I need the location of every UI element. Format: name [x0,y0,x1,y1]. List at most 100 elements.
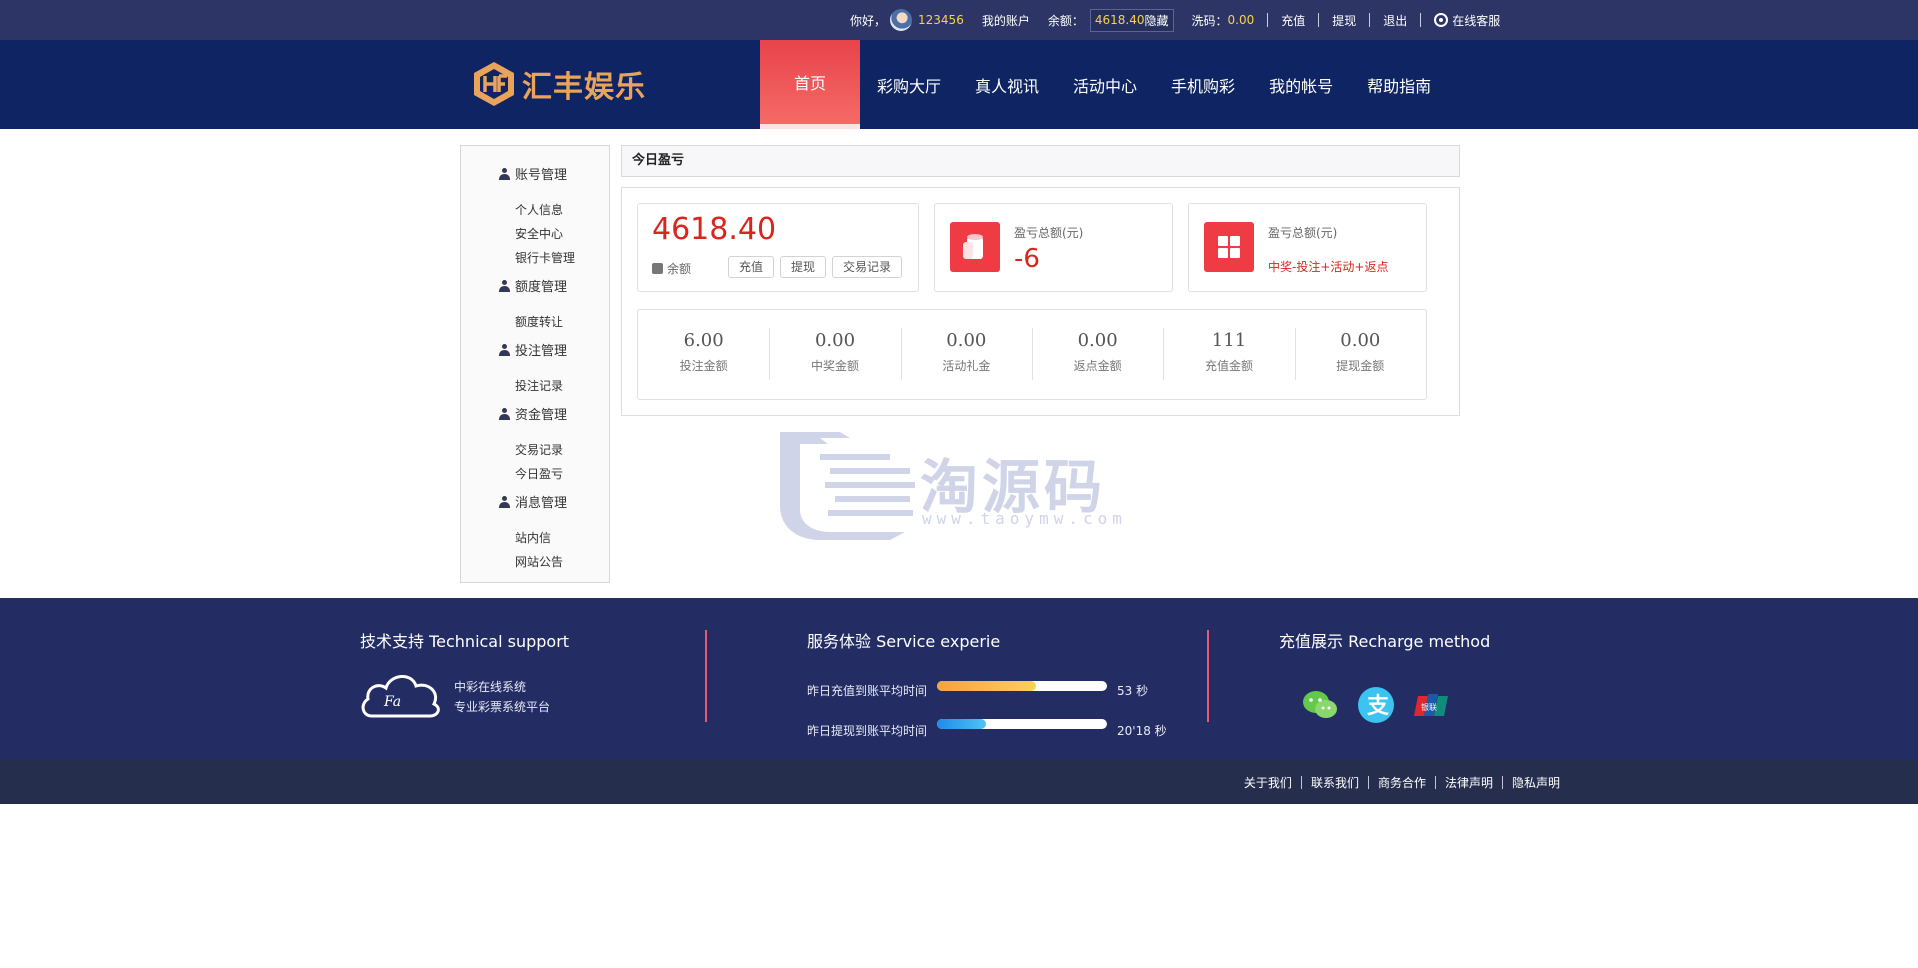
stats-row: 6.00 投注金额 0.00 中奖金额 0.00 活动礼金 0.00 返点金额 111 充… [637,309,1427,400]
wallet-icon [652,263,663,274]
link-legal[interactable]: 法律声明 [1445,774,1493,791]
sidebar-item-personal-info[interactable]: 个人信息 [515,201,563,218]
link-about-us[interactable]: 关于我们 [1244,774,1292,791]
sidebar-group-title: 账号管理 [515,168,568,183]
sidebar-group-funds[interactable]: 资金管理 [499,404,567,423]
profit-total-value: -6 [1014,244,1040,274]
user-icon [499,495,510,508]
profit-formula-value: 中奖-投注+活动+返点 [1268,260,1389,274]
logo-hexagon-icon [474,62,514,106]
stat-value: 0.00 [946,330,987,351]
sidebar-item-quota-transfer[interactable]: 额度转让 [515,313,563,330]
stat-activity-bonus: 0.00 活动礼金 [900,310,1032,399]
divider [1300,775,1302,789]
footer: 技术支持 Technical support Fa 中彩在线系统 专业彩票系统平… [0,598,1918,760]
my-account-link[interactable]: 我的账户 [982,12,1030,29]
footer-service-title: 服务体验 Service experie [807,632,1001,651]
main-header: 汇丰娱乐 首页 彩购大厅 真人视讯 活动中心 手机购彩 我的帐号 帮助指南 [0,40,1918,129]
stat-value: 6.00 [683,330,724,351]
stat-label: 活动礼金 [942,359,991,373]
withdraw-link[interactable]: 提现 [1332,12,1356,29]
user-avatar[interactable] [890,9,913,31]
user-icon [499,343,510,356]
stat-value: 111 [1211,330,1247,351]
balance-value: 4618.40 [1094,13,1145,27]
stat-recharge-amount: 111 充值金额 [1163,310,1294,399]
withdraw-time-value: 20'18 秒 [1117,724,1167,738]
sidebar-group-title: 额度管理 [515,280,568,295]
recharge-time-label: 昨日充值到账平均时间 [807,684,928,698]
profit-total-label: 盈亏总额(元) [1014,226,1084,240]
balance-card: 4618.40 余额 充值 提现 交易记录 [637,203,919,292]
sidebar-item-security-center[interactable]: 安全中心 [515,225,563,242]
link-contact-us[interactable]: 联系我们 [1311,774,1359,791]
withdraw-button[interactable]: 提现 [780,256,826,278]
watermark-logo-icon [780,432,915,540]
divider [1501,775,1503,789]
stat-rebate-amount: 0.00 返点金额 [1031,310,1163,399]
wash-label: 洗码： [1191,13,1228,28]
profit-formula-label: 盈亏总额(元) [1268,226,1338,240]
watermark: 淘源码 www.taoymw.com [780,432,1140,542]
link-business[interactable]: 商务合作 [1378,774,1426,791]
sidebar-item-announcements[interactable]: 网站公告 [515,553,563,570]
user-icon [499,407,510,420]
profit-total-card: 盈亏总额(元) -6 [934,203,1173,292]
nav-my-account[interactable]: 我的帐号 [1252,40,1350,129]
transaction-records-button[interactable]: 交易记录 [832,256,902,278]
sidebar-item-transactions[interactable]: 交易记录 [515,441,563,458]
sidebar-group-title: 资金管理 [515,408,568,423]
sidebar-group-account[interactable]: 账号管理 [499,164,567,183]
sidebar-item-bank-cards[interactable]: 银行卡管理 [515,249,575,266]
wechat-icon [1303,691,1337,718]
profit-panel: 4618.40 余额 充值 提现 交易记录 盈亏总额(元) -6 盈亏总额(元)… [621,187,1460,416]
footer-links: 关于我们 联系我们 商务合作 法律声明 隐私声明 [1244,760,1560,804]
svg-text:Fa: Fa [383,694,401,710]
recharge-button[interactable]: 充值 [728,256,774,278]
site-logo[interactable]: 汇丰娱乐 [470,60,646,108]
sidebar-item-today-profit[interactable]: 今日盈亏 [515,465,563,482]
sidebar-item-inbox[interactable]: 站内信 [515,529,551,546]
sidebar-item-bet-records[interactable]: 投注记录 [515,377,563,394]
page-title: 今日盈亏 [621,145,1460,177]
headset-icon[interactable] [1434,13,1449,27]
recharge-time-bar [937,681,1107,691]
recharge-link[interactable]: 充值 [1281,12,1305,29]
nav-help-guide[interactable]: 帮助指南 [1350,40,1448,129]
withdraw-time-fill [937,719,987,729]
stat-label: 提现金额 [1336,359,1385,373]
stat-value: 0.00 [814,330,856,351]
sidebar-group-quota[interactable]: 额度管理 [499,276,567,295]
calculator-icon [1204,222,1254,272]
balance-card-label: 余额 [667,262,692,276]
divider [1369,13,1371,27]
divider [1434,775,1436,789]
username[interactable]: 123456 [918,13,964,27]
nav-live-video[interactable]: 真人视讯 [958,40,1056,129]
recharge-time-fill [937,681,1036,691]
withdraw-time-label: 昨日提现到账平均时间 [807,724,928,738]
link-privacy[interactable]: 隐私声明 [1512,774,1560,791]
nav-home[interactable]: 首页 [760,40,860,129]
stat-label: 投注金额 [679,359,728,373]
brand-name: 汇丰娱乐 [522,70,646,105]
stat-label: 充值金额 [1204,359,1253,373]
cloud-logo-icon: Fa [361,675,440,718]
stat-bet-amount: 6.00 投注金额 [638,310,769,399]
footer-divider [705,630,707,722]
top-bar: 你好， 123456 我的账户 余额： 4618.40 隐藏 洗码： 0.00 … [0,0,1918,40]
hide-balance-button[interactable]: 隐藏 [1144,12,1168,29]
logout-link[interactable]: 退出 [1383,12,1407,29]
sidebar-group-betting[interactable]: 投注管理 [499,340,567,359]
nav-mobile-lottery[interactable]: 手机购彩 [1154,40,1252,129]
sidebar-group-messages[interactable]: 消息管理 [499,492,567,511]
top-bar-user-info: 你好， 123456 我的账户 余额： 4618.40 隐藏 洗码： 0.00 … [850,0,1500,40]
footer-recharge-method-title: 充值展示 Recharge method [1279,632,1491,651]
stat-win-amount: 0.00 中奖金额 [769,310,900,399]
nav-lottery-hall[interactable]: 彩购大厅 [860,40,958,129]
greeting-text: 你好， [850,13,887,28]
profit-formula-card: 盈亏总额(元) 中奖-投注+活动+返点 [1188,203,1427,292]
online-service-link[interactable]: 在线客服 [1452,12,1500,29]
nav-activity-center[interactable]: 活动中心 [1056,40,1154,129]
support-line-2: 专业彩票系统平台 [454,700,551,714]
